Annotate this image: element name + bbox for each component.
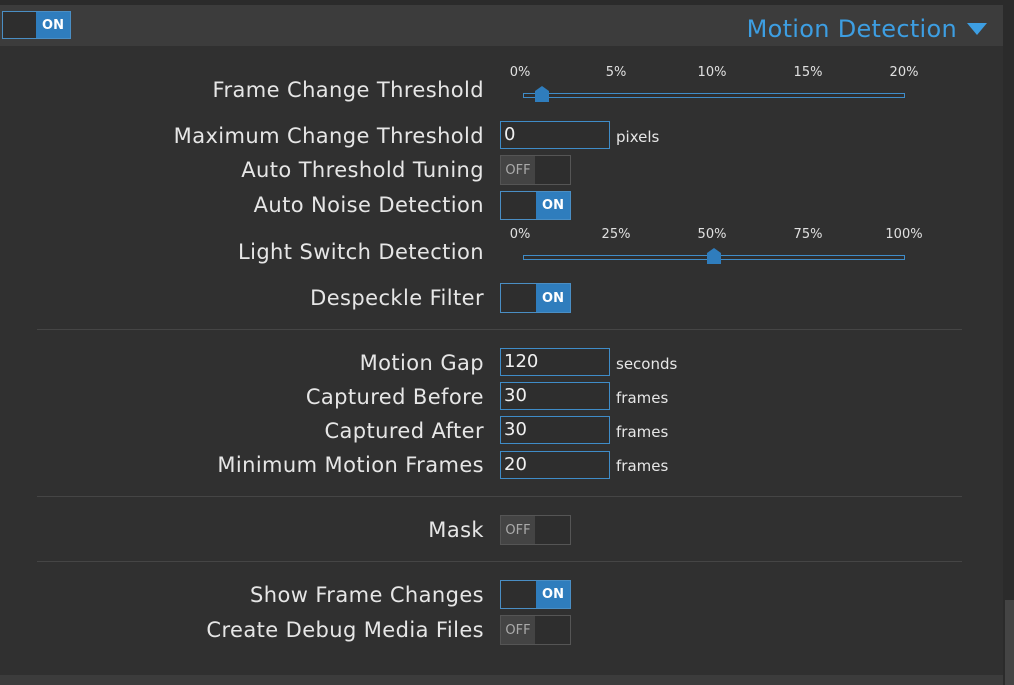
frame-change-threshold-slider-handle[interactable] <box>535 86 550 102</box>
section-title-text: Motion Detection <box>746 15 957 43</box>
tick-label: 20% <box>889 65 919 80</box>
light-switch-detection-label: Light Switch Detection <box>237 240 484 264</box>
captured-after-unit: frames <box>616 423 669 441</box>
captured-before-unit: frames <box>616 389 669 407</box>
frame-change-threshold-slider[interactable] <box>523 93 905 98</box>
mask-toggle[interactable]: OFF <box>500 515 571 545</box>
create-debug-media-files-toggle[interactable]: OFF <box>500 615 571 645</box>
scrollbar-thumb[interactable] <box>1005 600 1014 685</box>
captured-after-label: Captured After <box>324 419 484 443</box>
toggle-knob: ON <box>536 284 570 312</box>
motion-detection-enable-toggle[interactable]: ON <box>2 11 71 39</box>
toggle-knob: OFF <box>501 156 535 184</box>
scrollbar-track[interactable] <box>1003 0 1014 685</box>
frame-change-threshold-label: Frame Change Threshold <box>212 78 484 102</box>
minimum-motion-frames-label: Minimum Motion Frames <box>217 453 484 477</box>
bottom-strip <box>0 675 1003 685</box>
divider <box>37 561 962 562</box>
create-debug-media-files-label: Create Debug Media Files <box>206 618 484 642</box>
captured-after-input[interactable]: 30 <box>500 416 610 444</box>
despeckle-filter-label: Despeckle Filter <box>310 286 484 310</box>
tick-label: 15% <box>793 65 823 80</box>
auto-threshold-tuning-label: Auto Threshold Tuning <box>241 158 484 182</box>
toggle-knob: OFF <box>501 516 535 544</box>
tick-label: 10% <box>697 65 727 80</box>
tick-label: 100% <box>885 227 923 242</box>
mask-label: Mask <box>428 518 484 542</box>
light-switch-detection-slider-handle[interactable] <box>707 248 721 264</box>
show-frame-changes-toggle[interactable]: ON <box>500 580 571 609</box>
max-change-threshold-unit: pixels <box>616 128 660 146</box>
toggle-knob: ON <box>36 12 70 38</box>
max-change-threshold-input[interactable]: 0 <box>500 121 610 149</box>
motion-gap-input[interactable]: 120 <box>500 348 610 376</box>
minimum-motion-frames-unit: frames <box>616 457 669 475</box>
despeckle-filter-toggle[interactable]: ON <box>500 283 571 313</box>
divider <box>37 329 962 330</box>
frame-change-threshold-ticks: 0% 5% 10% 15% 20% <box>500 65 940 83</box>
tick-label: 50% <box>697 227 727 242</box>
max-change-threshold-label: Maximum Change Threshold <box>173 124 484 148</box>
section-header[interactable]: ON Motion Detection <box>0 5 1003 46</box>
auto-noise-detection-toggle[interactable]: ON <box>500 191 571 220</box>
tick-label: 5% <box>605 65 627 80</box>
captured-before-label: Captured Before <box>305 385 484 409</box>
captured-before-input[interactable]: 30 <box>500 382 610 410</box>
tick-label: 75% <box>793 227 823 242</box>
auto-noise-detection-label: Auto Noise Detection <box>253 193 484 217</box>
show-frame-changes-label: Show Frame Changes <box>250 583 484 607</box>
tick-label: 0% <box>509 65 531 80</box>
tick-label: 0% <box>509 227 531 242</box>
minimum-motion-frames-input[interactable]: 20 <box>500 451 610 479</box>
chevron-down-icon[interactable] <box>967 23 987 35</box>
light-switch-detection-ticks: 0% 25% 50% 75% 100% <box>500 227 940 245</box>
toggle-knob: ON <box>536 581 570 608</box>
motion-gap-unit: seconds <box>616 355 678 373</box>
toggle-knob: OFF <box>501 616 535 644</box>
divider <box>37 496 962 497</box>
toggle-knob: ON <box>536 192 570 219</box>
auto-threshold-tuning-toggle[interactable]: OFF <box>500 155 571 185</box>
tick-label: 25% <box>601 227 631 242</box>
motion-gap-label: Motion Gap <box>359 351 484 375</box>
section-title[interactable]: Motion Detection <box>747 15 987 43</box>
